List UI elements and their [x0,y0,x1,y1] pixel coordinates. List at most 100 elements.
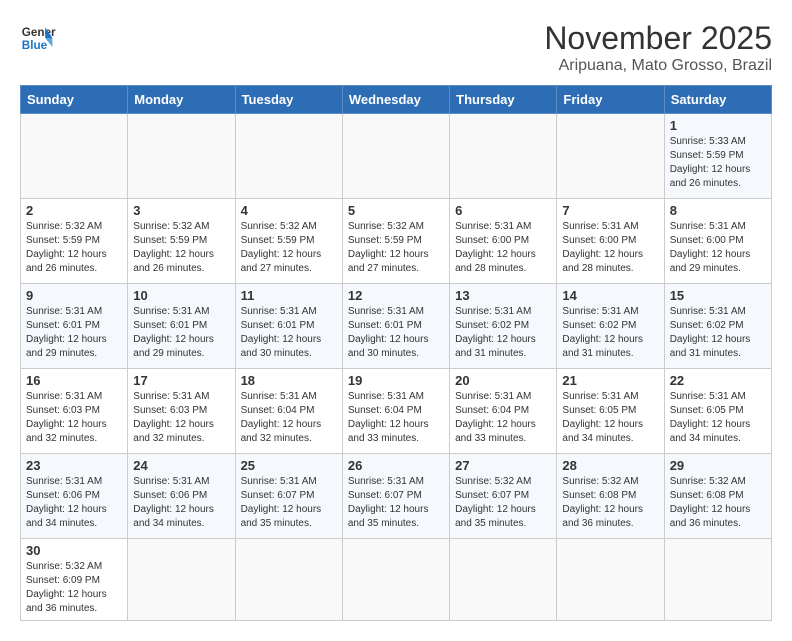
day-info: Sunrise: 5:31 AM Sunset: 6:04 PM Dayligh… [348,390,444,446]
calendar-cell: 11 Sunrise: 5:31 AM Sunset: 6:01 PM Dayli… [235,284,342,369]
weekday-header-tuesday: Tuesday [235,86,342,114]
title-section: November 2025 Aripuana, Mato Grosso, Bra… [544,20,772,75]
calendar-cell [557,114,664,199]
page-subtitle: Aripuana, Mato Grosso, Brazil [544,57,772,75]
day-info: Sunrise: 5:32 AM Sunset: 6:08 PM Dayligh… [562,475,658,531]
day-number: 7 [562,203,658,218]
day-info: Sunrise: 5:32 AM Sunset: 6:07 PM Dayligh… [455,475,551,531]
day-number: 1 [670,118,766,133]
day-info: Sunrise: 5:31 AM Sunset: 6:03 PM Dayligh… [133,390,229,446]
day-info: Sunrise: 5:31 AM Sunset: 6:07 PM Dayligh… [241,475,337,531]
calendar-cell: 5 Sunrise: 5:32 AM Sunset: 5:59 PM Daylig… [342,199,449,284]
day-info: Sunrise: 5:31 AM Sunset: 6:01 PM Dayligh… [26,305,122,361]
calendar-cell: 24 Sunrise: 5:31 AM Sunset: 6:06 PM Dayli… [128,454,235,539]
calendar-cell: 15 Sunrise: 5:31 AM Sunset: 6:02 PM Dayli… [664,284,771,369]
calendar-cell [235,114,342,199]
day-number: 14 [562,288,658,303]
calendar-cell: 19 Sunrise: 5:31 AM Sunset: 6:04 PM Dayli… [342,369,449,454]
day-number: 27 [455,458,551,473]
day-info: Sunrise: 5:32 AM Sunset: 5:59 PM Dayligh… [26,220,122,276]
calendar-cell: 12Sunrise: 5:31 AM Sunset: 6:01 PM Dayli… [342,284,449,369]
calendar-week-row: 30 Sunrise: 5:32 AM Sunset: 6:09 PM Dayli… [21,539,772,621]
calendar-body: 1 Sunrise: 5:33 AM Sunset: 5:59 PM Daylig… [21,114,772,621]
day-info: Sunrise: 5:31 AM Sunset: 6:04 PM Dayligh… [455,390,551,446]
weekday-header-saturday: Saturday [664,86,771,114]
day-number: 10 [133,288,229,303]
calendar-table: SundayMondayTuesdayWednesdayThursdayFrid… [20,85,772,621]
day-info: Sunrise: 5:31 AM Sunset: 6:03 PM Dayligh… [26,390,122,446]
calendar-cell [557,539,664,621]
calendar-cell [450,114,557,199]
day-number: 17 [133,373,229,388]
day-info: Sunrise: 5:31 AM Sunset: 6:02 PM Dayligh… [562,305,658,361]
day-number: 19 [348,373,444,388]
calendar-cell: 18 Sunrise: 5:31 AM Sunset: 6:04 PM Dayli… [235,369,342,454]
calendar-cell: 28Sunrise: 5:32 AM Sunset: 6:08 PM Dayli… [557,454,664,539]
day-number: 18 [241,373,337,388]
calendar-cell [342,114,449,199]
day-info: Sunrise: 5:32 AM Sunset: 6:08 PM Dayligh… [670,475,766,531]
calendar-cell: 16Sunrise: 5:31 AM Sunset: 6:03 PM Dayli… [21,369,128,454]
day-info: Sunrise: 5:32 AM Sunset: 5:59 PM Dayligh… [133,220,229,276]
day-number: 25 [241,458,337,473]
day-info: Sunrise: 5:31 AM Sunset: 6:06 PM Dayligh… [26,475,122,531]
calendar-cell: 27 Sunrise: 5:32 AM Sunset: 6:07 PM Dayli… [450,454,557,539]
calendar-cell: 26Sunrise: 5:31 AM Sunset: 6:07 PM Dayli… [342,454,449,539]
day-number: 8 [670,203,766,218]
calendar-cell: 29 Sunrise: 5:32 AM Sunset: 6:08 PM Dayli… [664,454,771,539]
day-info: Sunrise: 5:31 AM Sunset: 6:01 PM Dayligh… [133,305,229,361]
day-info: Sunrise: 5:31 AM Sunset: 6:01 PM Dayligh… [348,305,444,361]
header-row: SundayMondayTuesdayWednesdayThursdayFrid… [21,86,772,114]
day-info: Sunrise: 5:31 AM Sunset: 6:00 PM Dayligh… [670,220,766,276]
day-info: Sunrise: 5:32 AM Sunset: 5:59 PM Dayligh… [348,220,444,276]
day-info: Sunrise: 5:31 AM Sunset: 6:04 PM Dayligh… [241,390,337,446]
day-info: Sunrise: 5:31 AM Sunset: 6:01 PM Dayligh… [241,305,337,361]
calendar-cell: 22 Sunrise: 5:31 AM Sunset: 6:05 PM Dayli… [664,369,771,454]
weekday-header-friday: Friday [557,86,664,114]
day-info: Sunrise: 5:31 AM Sunset: 6:05 PM Dayligh… [670,390,766,446]
calendar-week-row: 23 Sunrise: 5:31 AM Sunset: 6:06 PM Dayli… [21,454,772,539]
calendar-cell: 6Sunrise: 5:31 AM Sunset: 6:00 PM Daylig… [450,199,557,284]
day-info: Sunrise: 5:33 AM Sunset: 5:59 PM Dayligh… [670,135,766,191]
page-title: November 2025 [544,20,772,57]
calendar-cell: 7 Sunrise: 5:31 AM Sunset: 6:00 PM Daylig… [557,199,664,284]
day-number: 15 [670,288,766,303]
calendar-cell [342,539,449,621]
day-number: 29 [670,458,766,473]
day-info: Sunrise: 5:31 AM Sunset: 6:00 PM Dayligh… [562,220,658,276]
calendar-header: SundayMondayTuesdayWednesdayThursdayFrid… [21,86,772,114]
calendar-cell: 23 Sunrise: 5:31 AM Sunset: 6:06 PM Dayli… [21,454,128,539]
day-number: 24 [133,458,229,473]
weekday-header-wednesday: Wednesday [342,86,449,114]
calendar-cell [450,539,557,621]
calendar-cell: 9 Sunrise: 5:31 AM Sunset: 6:01 PM Daylig… [21,284,128,369]
calendar-cell: 1 Sunrise: 5:33 AM Sunset: 5:59 PM Daylig… [664,114,771,199]
calendar-week-row: 16Sunrise: 5:31 AM Sunset: 6:03 PM Dayli… [21,369,772,454]
calendar-week-row: 1 Sunrise: 5:33 AM Sunset: 5:59 PM Daylig… [21,114,772,199]
day-number: 30 [26,543,122,558]
logo: General Blue [20,20,56,56]
day-info: Sunrise: 5:31 AM Sunset: 6:02 PM Dayligh… [670,305,766,361]
calendar-cell: 8 Sunrise: 5:31 AM Sunset: 6:00 PM Daylig… [664,199,771,284]
day-number: 11 [241,288,337,303]
day-number: 5 [348,203,444,218]
calendar-cell [21,114,128,199]
day-number: 4 [241,203,337,218]
day-number: 9 [26,288,122,303]
weekday-header-thursday: Thursday [450,86,557,114]
calendar-cell: 2Sunrise: 5:32 AM Sunset: 5:59 PM Daylig… [21,199,128,284]
calendar-cell: 21Sunrise: 5:31 AM Sunset: 6:05 PM Dayli… [557,369,664,454]
day-info: Sunrise: 5:31 AM Sunset: 6:06 PM Dayligh… [133,475,229,531]
day-info: Sunrise: 5:32 AM Sunset: 6:09 PM Dayligh… [26,560,122,616]
day-number: 23 [26,458,122,473]
page-header: General Blue November 2025 Aripuana, Mat… [20,20,772,75]
calendar-cell: 14 Sunrise: 5:31 AM Sunset: 6:02 PM Dayli… [557,284,664,369]
calendar-cell: 20Sunrise: 5:31 AM Sunset: 6:04 PM Dayli… [450,369,557,454]
calendar-cell: 25 Sunrise: 5:31 AM Sunset: 6:07 PM Dayli… [235,454,342,539]
day-info: Sunrise: 5:31 AM Sunset: 6:07 PM Dayligh… [348,475,444,531]
day-number: 3 [133,203,229,218]
day-info: Sunrise: 5:31 AM Sunset: 6:00 PM Dayligh… [455,220,551,276]
calendar-cell: 30 Sunrise: 5:32 AM Sunset: 6:09 PM Dayli… [21,539,128,621]
day-number: 22 [670,373,766,388]
calendar-week-row: 2Sunrise: 5:32 AM Sunset: 5:59 PM Daylig… [21,199,772,284]
